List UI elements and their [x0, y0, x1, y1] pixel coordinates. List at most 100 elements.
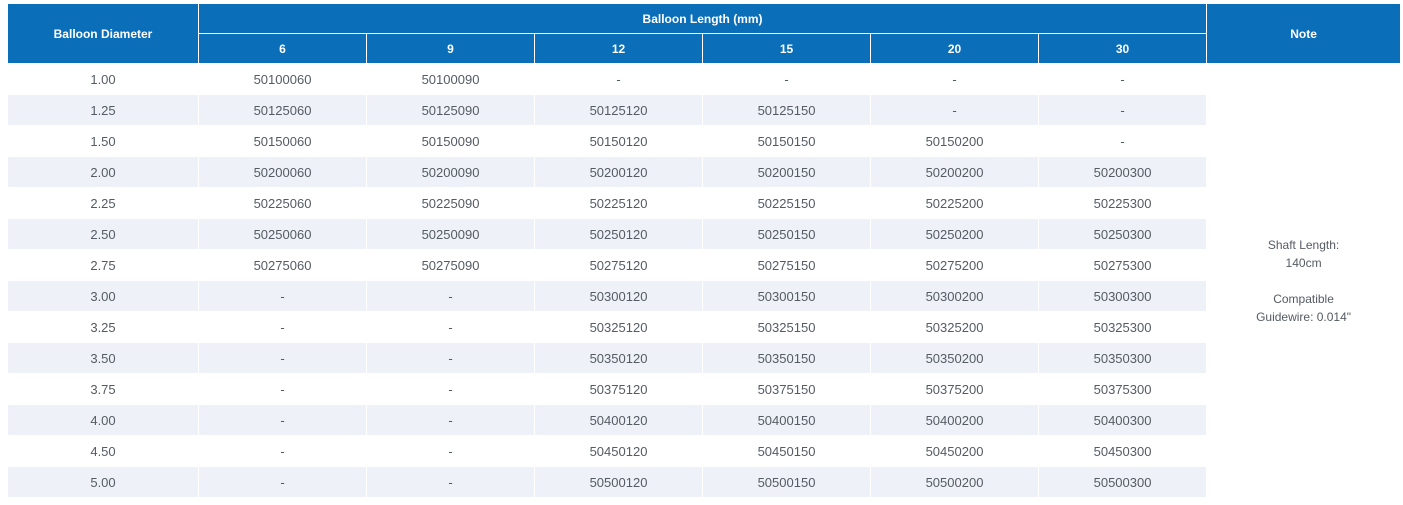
table-row: 3.00- -50300120 50300150 50300200 50300300	[7, 280, 1401, 312]
catalog-number-cell: 50375150	[702, 373, 871, 405]
catalog-number-cell: 50350300	[1037, 342, 1208, 374]
shaft-length-value: 140cm	[1285, 255, 1322, 270]
balloon-catalog-table: Balloon Diameter Balloon Length (mm) Not…	[7, 3, 1402, 497]
catalog-number-cell: 50225150	[702, 187, 871, 219]
catalog-number-cell: 50150120	[534, 125, 703, 157]
table-body: 1.00 50100060 50100090- - - - Shaft Length: 140…	[7, 63, 1402, 497]
catalog-number-cell: 50225300	[1037, 187, 1208, 219]
table-row: 3.50- -50350120 50350150 50350200 50350300	[7, 342, 1401, 374]
catalog-number-cell: 50400150	[702, 404, 871, 436]
catalog-number-cell: 50200120	[534, 156, 703, 188]
catalog-number-cell: 50325300	[1037, 311, 1208, 343]
catalog-number-cell: -	[366, 342, 535, 374]
catalog-number-cell: 50150090	[366, 125, 535, 157]
catalog-number-cell: 50325150	[702, 311, 871, 343]
table-row: 3.75- -50375120 50375150 50375200 50375300	[7, 373, 1401, 405]
guidewire-value: Guidewire: 0.014"	[1256, 309, 1352, 324]
diameter-cell: 4.00	[7, 404, 199, 436]
header-length-12: 12	[534, 33, 703, 64]
header-length-6: 6	[198, 33, 367, 64]
diameter-cell: 5.00	[7, 466, 199, 497]
catalog-number-cell: 50500150	[702, 466, 871, 497]
table-row: 2.00 50200060 50200090 50200120 50200150 5020…	[7, 156, 1401, 188]
catalog-number-cell: 50500200	[870, 466, 1039, 497]
diameter-cell: 2.25	[7, 187, 199, 219]
catalog-number-cell: 50250060	[198, 218, 367, 250]
catalog-number-cell: 50225090	[366, 187, 535, 219]
header-note: Note	[1206, 3, 1402, 64]
diameter-cell: 1.25	[7, 94, 199, 126]
catalog-number-cell: 50300120	[534, 280, 703, 312]
catalog-number-cell: 50250120	[534, 218, 703, 250]
catalog-number-cell: 50250200	[870, 218, 1039, 250]
diameter-cell: 2.50	[7, 218, 199, 250]
catalog-number-cell: 50450150	[702, 435, 871, 467]
catalog-number-cell: -	[702, 63, 871, 95]
catalog-number-cell: 50200300	[1037, 156, 1208, 188]
catalog-number-cell: 50125150	[702, 94, 871, 126]
catalog-number-cell: 50200150	[702, 156, 871, 188]
header-balloon-diameter: Balloon Diameter	[7, 3, 199, 64]
diameter-cell: 1.50	[7, 125, 199, 157]
catalog-number-cell: 50275150	[702, 249, 871, 281]
header-length-15: 15	[702, 33, 871, 64]
catalog-number-cell: 50100090	[366, 63, 535, 95]
catalog-number-cell: 50400120	[534, 404, 703, 436]
catalog-number-cell: 50275060	[198, 249, 367, 281]
diameter-cell: 2.75	[7, 249, 199, 281]
catalog-number-cell: 50500300	[1037, 466, 1208, 497]
catalog-number-cell: 50325200	[870, 311, 1039, 343]
catalog-number-cell: 50275120	[534, 249, 703, 281]
catalog-number-cell: 50225200	[870, 187, 1039, 219]
table-row: 2.25 50225060 50225090 50225120 50225150 5022…	[7, 187, 1401, 219]
table-row: 4.00- -50400120 50400150 50400200 50400300	[7, 404, 1401, 436]
catalog-number-cell: -	[198, 280, 367, 312]
catalog-number-cell: 50350150	[702, 342, 871, 374]
catalog-number-cell: -	[366, 435, 535, 467]
table-row: 4.50- -50450120 50450150 50450200 50450300	[7, 435, 1401, 467]
shaft-length-label: Shaft Length:	[1267, 237, 1340, 252]
catalog-number-cell: 50150150	[702, 125, 871, 157]
catalog-number-cell: 50300200	[870, 280, 1039, 312]
catalog-number-cell: -	[198, 342, 367, 374]
header-length-20: 20	[870, 33, 1039, 64]
catalog-number-cell: -	[198, 466, 367, 497]
catalog-number-cell: -	[870, 63, 1039, 95]
catalog-number-cell: -	[198, 404, 367, 436]
catalog-number-cell: -	[198, 311, 367, 343]
catalog-number-cell: -	[534, 63, 703, 95]
header-length-30: 30	[1037, 33, 1208, 64]
catalog-number-cell: 50300150	[702, 280, 871, 312]
catalog-number-cell: 50125060	[198, 94, 367, 126]
catalog-number-cell: 50275200	[870, 249, 1039, 281]
catalog-number-cell: 50200200	[870, 156, 1039, 188]
note-cell: Shaft Length: 140cm Compatible Guidewire: 0…	[1206, 63, 1402, 497]
catalog-number-cell: 50125120	[534, 94, 703, 126]
catalog-number-cell: -	[198, 435, 367, 467]
note-spacer	[1207, 272, 1400, 290]
catalog-number-cell: -	[366, 404, 535, 436]
catalog-number-cell: 50275300	[1037, 249, 1208, 281]
catalog-number-cell: 50100060	[198, 63, 367, 95]
catalog-number-cell: -	[366, 280, 535, 312]
catalog-number-cell: 50375200	[870, 373, 1039, 405]
catalog-number-cell: 50450200	[870, 435, 1039, 467]
table-row: 1.50 50150060 50150090 50150120 50150150 5015…	[7, 125, 1401, 157]
catalog-number-cell: -	[366, 311, 535, 343]
diameter-cell: 1.00	[7, 63, 199, 95]
catalog-number-cell: 50150060	[198, 125, 367, 157]
diameter-cell: 3.50	[7, 342, 199, 374]
catalog-number-cell: 50300300	[1037, 280, 1208, 312]
diameter-cell: 3.25	[7, 311, 199, 343]
diameter-cell: 4.50	[7, 435, 199, 467]
catalog-number-cell: 50200060	[198, 156, 367, 188]
catalog-number-cell: 50350120	[534, 342, 703, 374]
catalog-number-cell: -	[1037, 63, 1208, 95]
catalog-number-cell: 50350200	[870, 342, 1039, 374]
catalog-number-cell: -	[870, 94, 1039, 126]
compatible-label: Compatible	[1273, 291, 1334, 306]
product-table-container: Balloon Diameter Balloon Length (mm) Not…	[7, 3, 1402, 497]
catalog-number-cell: -	[1037, 125, 1208, 157]
catalog-number-cell: 50200090	[366, 156, 535, 188]
catalog-number-cell: -	[366, 373, 535, 405]
